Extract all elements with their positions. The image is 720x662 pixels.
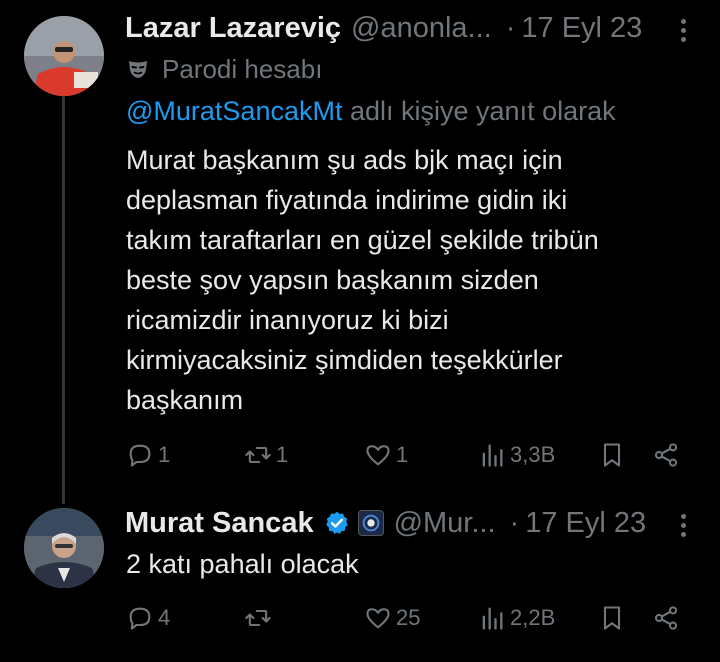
reply-button[interactable]: 4 xyxy=(126,600,170,636)
share-button[interactable] xyxy=(652,437,680,473)
parody-label: Parodi hesabı xyxy=(126,53,322,85)
more-options-icon[interactable] xyxy=(678,514,688,537)
views-icon xyxy=(482,607,503,630)
tweet-header: Lazar Lazareviç @anonla... · 17 Eyl 23 xyxy=(125,8,642,48)
separator-dot: · xyxy=(509,506,520,539)
author-handle[interactable]: @anonla... xyxy=(351,12,492,45)
tweet-text-line: deplasman fiyatında indirime gidin iki xyxy=(126,185,568,215)
tweet-text-line: takım taraftarları en güzel şekilde trib… xyxy=(126,225,599,255)
author-handle[interactable]: @Mur... xyxy=(394,507,496,540)
tweet-text-line: ricamizdir inanıyoruz ki bizi xyxy=(126,305,449,335)
avatar-photo xyxy=(24,508,104,588)
share-button[interactable] xyxy=(652,600,680,636)
views-count: 2,2B xyxy=(510,605,556,630)
avatar[interactable] xyxy=(24,508,104,588)
reply-context-text: adlı kişiye yanıt olarak xyxy=(342,96,616,126)
verified-badge-icon[interactable] xyxy=(324,510,350,536)
tweet-text: Murat başkanım şu ads bjk maçı için depl… xyxy=(126,140,706,420)
author-name[interactable]: Lazar Lazareviç xyxy=(125,12,341,45)
tweet-text: 2 katı pahalı olacak xyxy=(126,544,359,584)
bookmark-icon xyxy=(603,443,621,467)
reply-count: 4 xyxy=(158,605,171,630)
tweet-date[interactable]: 17 Eyl 23 xyxy=(525,507,646,540)
thread-connector-line xyxy=(62,96,65,504)
retweet-button[interactable]: 1 xyxy=(244,437,288,473)
retweet-count: 1 xyxy=(276,442,289,467)
parody-label-text: Parodi hesabı xyxy=(162,53,323,84)
reply-mention-link[interactable]: @MuratSancakMt xyxy=(126,96,342,126)
like-count: 25 xyxy=(396,605,421,630)
reply-button[interactable]: 1 xyxy=(126,437,170,473)
author-name[interactable]: Murat Sancak xyxy=(125,507,314,540)
reply-icon xyxy=(129,607,151,630)
reply-icon xyxy=(129,444,151,467)
bookmark-button[interactable] xyxy=(598,437,626,473)
retweet-icon xyxy=(245,446,271,464)
tweet-text-line: 2 katı pahalı olacak xyxy=(126,549,359,579)
heart-icon xyxy=(366,445,390,466)
retweet-button[interactable] xyxy=(244,600,276,636)
tweet-date[interactable]: 17 Eyl 23 xyxy=(521,12,642,45)
views-button[interactable]: 2,2B xyxy=(478,600,555,636)
tweet-text-line: başkanım xyxy=(126,385,244,415)
bookmark-icon xyxy=(603,606,621,630)
heart-icon xyxy=(366,608,390,629)
tweet-header: Murat Sancak @Mur... · 17 Eyl 23 xyxy=(125,503,646,543)
views-icon xyxy=(482,444,503,467)
mask-icon xyxy=(129,61,147,78)
affiliate-badge-icon[interactable] xyxy=(357,510,384,536)
share-icon xyxy=(654,606,678,630)
share-icon xyxy=(654,443,678,467)
tweet-actions: 4 25 2,2B xyxy=(126,600,684,636)
bookmark-button[interactable] xyxy=(598,600,626,636)
retweet-icon xyxy=(245,609,271,627)
more-options-icon[interactable] xyxy=(678,19,688,42)
reply-context: @MuratSancakMt adlı kişiye yanıt olarak xyxy=(126,96,616,127)
reply-count: 1 xyxy=(158,442,171,467)
like-button[interactable]: 1 xyxy=(364,437,408,473)
tweet-text-line: kirmiyacaksiniz şimdiden teşekkürler xyxy=(126,345,563,375)
like-count: 1 xyxy=(396,442,409,467)
views-count: 3,3B xyxy=(510,442,556,467)
avatar-photo xyxy=(24,16,104,96)
tweet-actions: 1 1 1 3,3B xyxy=(126,437,684,473)
like-button[interactable]: 25 xyxy=(364,600,420,636)
views-button[interactable]: 3,3B xyxy=(478,437,555,473)
tweet-text-line: Murat başkanım şu ads bjk maçı için xyxy=(126,145,563,175)
avatar[interactable] xyxy=(24,16,104,96)
separator-dot: · xyxy=(505,11,516,44)
tweet-text-line: beste şov yapsın başkanım sizden xyxy=(126,265,539,295)
